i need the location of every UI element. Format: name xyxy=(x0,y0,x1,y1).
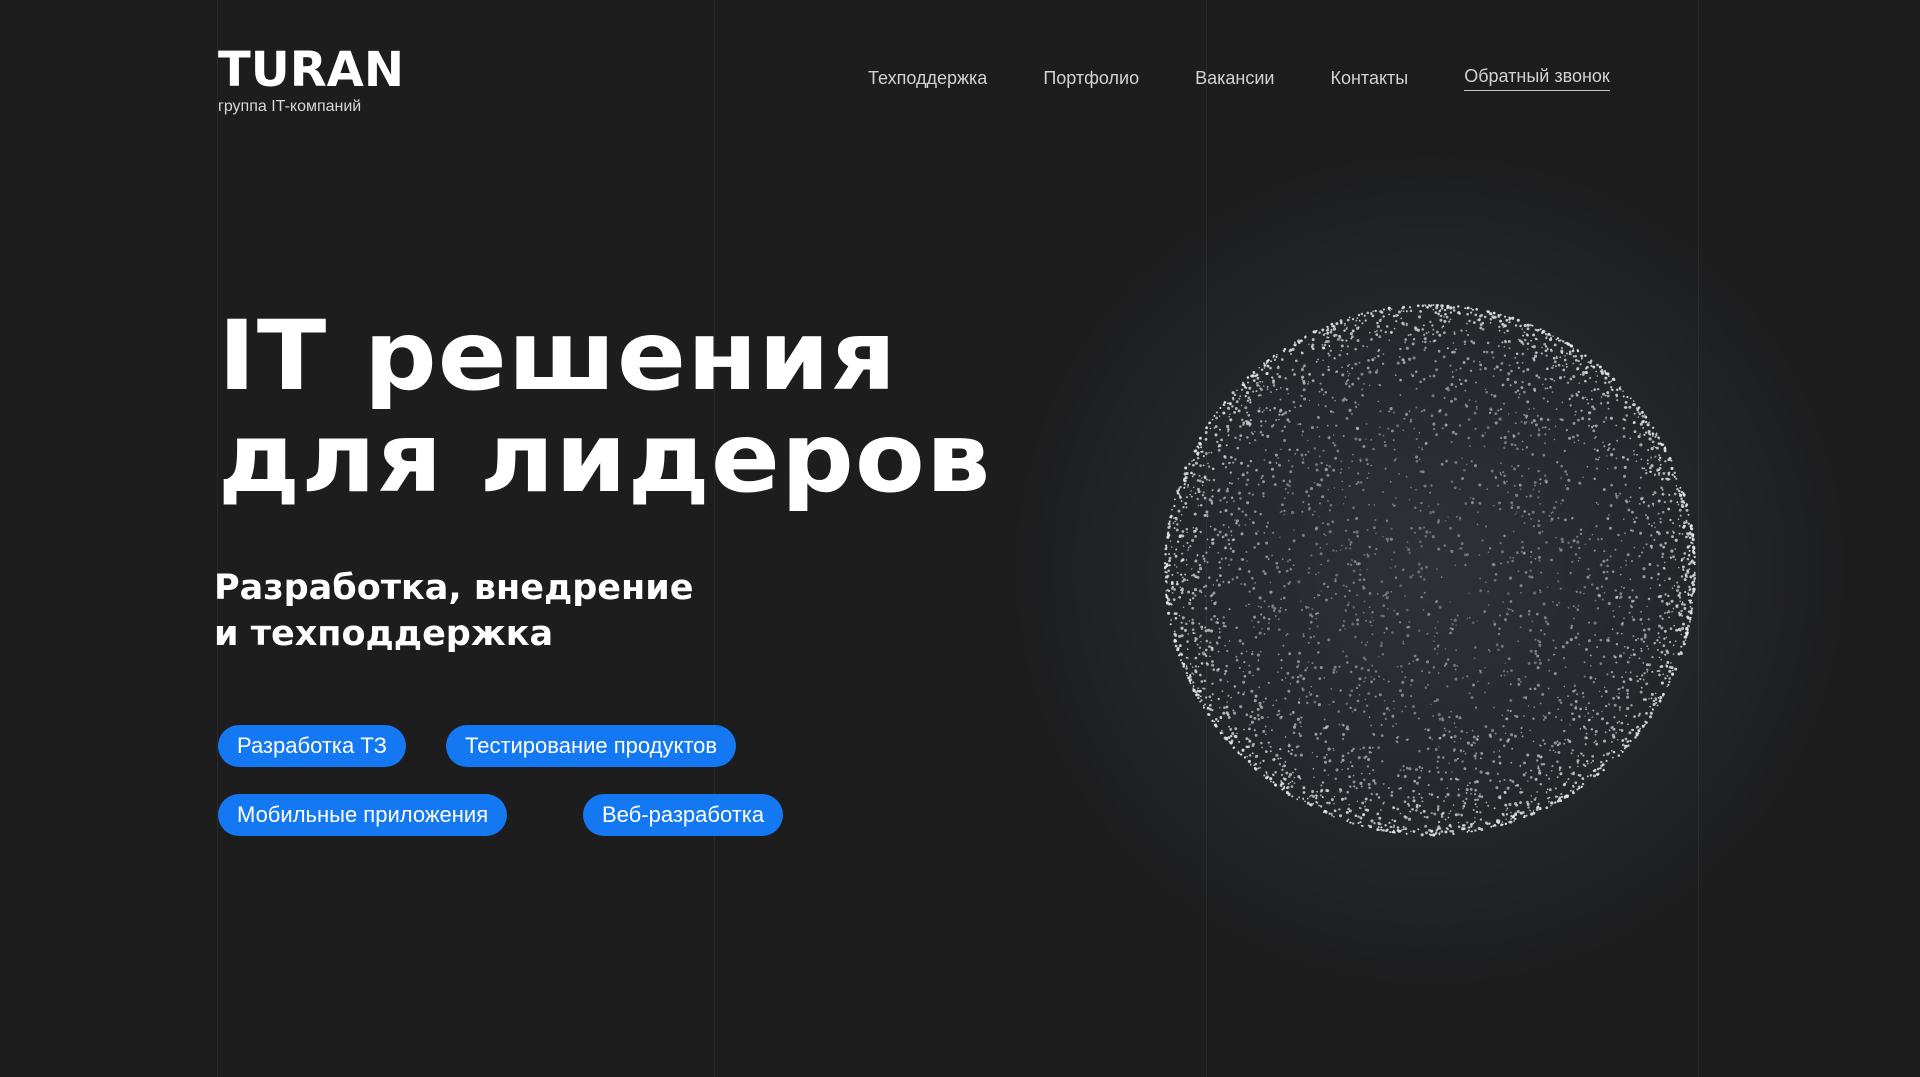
nav-item-vacancies[interactable]: Вакансии xyxy=(1195,68,1274,89)
tag-spec-development[interactable]: Разработка ТЗ xyxy=(218,725,406,767)
main-nav: Техподдержка Портфолио Вакансии Контакты… xyxy=(868,66,1610,91)
hero-subtitle-line: Разработка, внедрение xyxy=(214,568,694,608)
nav-item-contacts[interactable]: Контакты xyxy=(1330,68,1408,89)
hero-title: IT решения для лидеров xyxy=(218,305,991,509)
tag-web-development[interactable]: Веб-разработка xyxy=(583,794,784,836)
landing-page: TURAN группа IT-компаний Техподдержка По… xyxy=(0,0,1920,1077)
grid-line xyxy=(217,0,218,1077)
hero-title-line: для лидеров xyxy=(218,402,992,514)
grid-line xyxy=(714,0,715,1077)
hero-subtitle-line: и техподдержка xyxy=(214,614,554,654)
logo-name: TURAN xyxy=(218,42,404,98)
hero-title-line: IT решения xyxy=(218,300,898,412)
nav-item-portfolio[interactable]: Портфолио xyxy=(1043,68,1139,89)
particle-sphere-icon xyxy=(1160,300,1700,840)
particle-sphere-svg xyxy=(1163,303,1697,837)
logo[interactable]: TURAN группа IT-компаний xyxy=(218,44,404,116)
tag-product-testing[interactable]: Тестирование продуктов xyxy=(446,725,737,767)
hero-subtitle: Разработка, внедрение и техподдержка xyxy=(214,565,693,657)
nav-item-support[interactable]: Техподдержка xyxy=(868,68,987,89)
logo-tagline: группа IT-компаний xyxy=(218,98,362,115)
tag-mobile-apps[interactable]: Мобильные приложения xyxy=(218,794,508,836)
callback-link[interactable]: Обратный звонок xyxy=(1464,66,1610,91)
